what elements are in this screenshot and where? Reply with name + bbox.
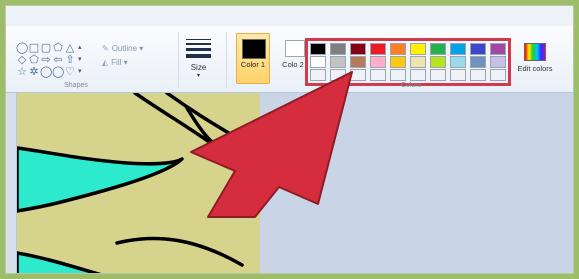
paint-window: ◯ □ ▢ ⬠ △ ◇ ⬠ ⇨ ⇦ ⇧ ☆ ✲ ◯ ◯ ♡ ▴ ▾ ▾ ✎ Out… <box>5 5 574 274</box>
pointer-arrow-icon <box>190 71 353 218</box>
